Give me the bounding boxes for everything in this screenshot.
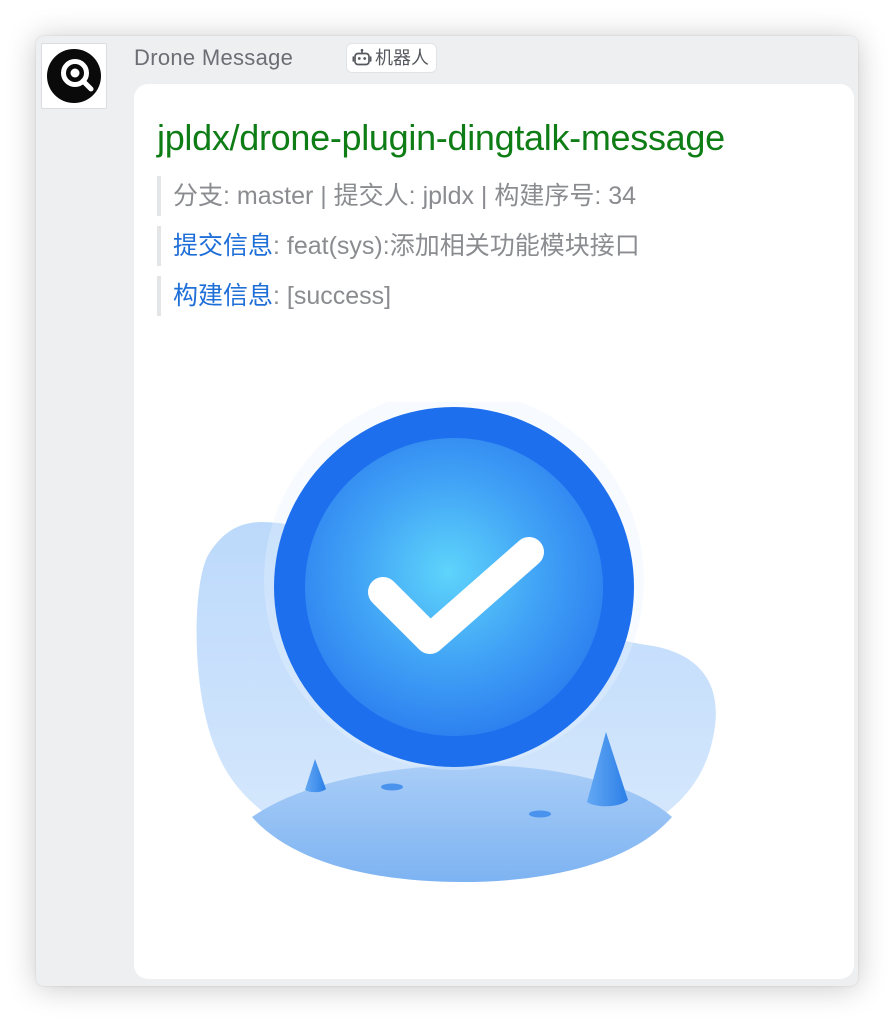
meta-line: 分支: master | 提交人: jpldx | 构建序号: 34 bbox=[157, 176, 636, 216]
message-title: jpldx/drone-plugin-dingtalk-message bbox=[157, 117, 725, 158]
commit-info-label[interactable]: 提交信息 bbox=[173, 232, 273, 260]
commit-info-line: 提交信息: feat(sys):添加相关功能模块接口 bbox=[157, 226, 640, 266]
success-check-illustration[interactable] bbox=[192, 402, 722, 902]
message-card: jpldx/drone-plugin-dingtalk-message 分支: … bbox=[134, 84, 854, 979]
build-info-line: 构建信息: [success] bbox=[157, 276, 391, 316]
bot-badge: 机器人 bbox=[346, 43, 437, 73]
sender-name[interactable]: Drone Message bbox=[134, 44, 293, 72]
drone-logo-icon bbox=[47, 49, 101, 103]
sender-avatar[interactable] bbox=[41, 43, 107, 109]
meta-line-text: 分支: master | 提交人: jpldx | 构建序号: 34 bbox=[173, 182, 637, 210]
build-info-label[interactable]: 构建信息 bbox=[173, 282, 273, 310]
bot-badge-label: 机器人 bbox=[375, 48, 429, 68]
build-info-value: : [success] bbox=[273, 282, 392, 310]
commit-info-value: : feat(sys):添加相关功能模块接口 bbox=[273, 232, 640, 260]
robot-icon bbox=[352, 48, 372, 66]
chat-window: Drone Message 机器人 jpldx/drone-plugin-din… bbox=[36, 36, 858, 986]
